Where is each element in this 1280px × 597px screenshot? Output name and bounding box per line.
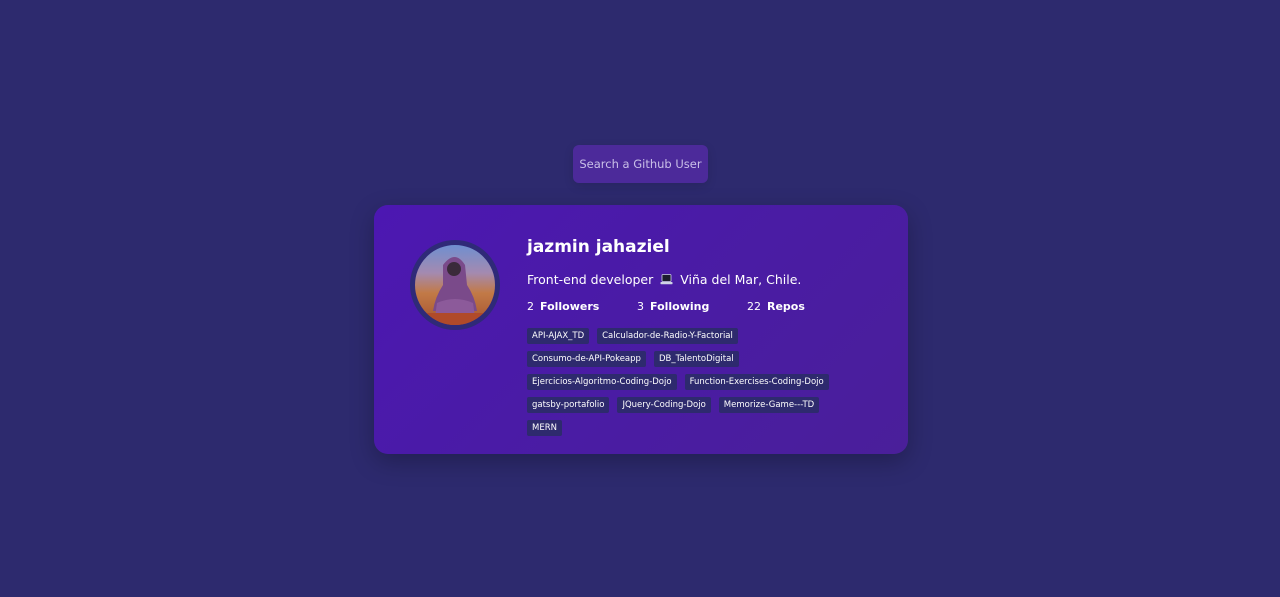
user-bio: Front-end developer Viña del Mar, Chile. [527,271,887,289]
repo-tag[interactable]: JQuery-Coding-Dojo [617,397,711,413]
repos-stat: 22 Repos [747,299,857,315]
repo-tag[interactable]: Function-Exercises-Coding-Dojo [684,374,829,390]
repo-tag[interactable]: Memorize-Game---TD [718,397,820,413]
laptop-icon [660,274,673,285]
repo-tag[interactable]: MERN [527,420,562,436]
following-count: 3 [637,300,644,313]
bio-text: Front-end developer [527,272,654,287]
user-stats: 2 Followers 3 Following 22 Repos [527,299,887,315]
repo-tag[interactable]: Ejercicios-Algoritmo-Coding-Dojo [527,374,677,390]
followers-count: 2 [527,300,534,313]
avatar-image [415,257,495,325]
avatar [410,240,500,330]
followers-label: Followers [540,300,600,313]
profile-info: jazmin jahaziel Front-end developer Viña… [527,235,887,443]
following-stat: 3 Following [637,299,747,315]
repo-tag[interactable]: Calculador-de-Radio-Y-Factorial [597,328,738,344]
followers-stat: 2 Followers [527,299,637,315]
search-input[interactable] [573,145,708,183]
repo-list: API-AJAX_TD Calculador-de-Radio-Y-Factor… [527,328,857,443]
repo-tag[interactable]: DB_TalentoDigital [653,351,739,367]
search-container [573,145,708,183]
repos-count: 22 [747,300,761,313]
profile-card: jazmin jahaziel Front-end developer Viña… [374,205,908,454]
following-label: Following [650,300,710,313]
repo-tag[interactable]: Consumo-de-API-Pokeapp [527,351,646,367]
repo-tag[interactable]: gatsby-portafolio [527,397,610,413]
bio-location: Viña del Mar, Chile. [680,272,802,287]
user-name: jazmin jahaziel [527,237,670,257]
repo-tag[interactable]: API-AJAX_TD [527,328,590,344]
repos-label: Repos [767,300,805,313]
